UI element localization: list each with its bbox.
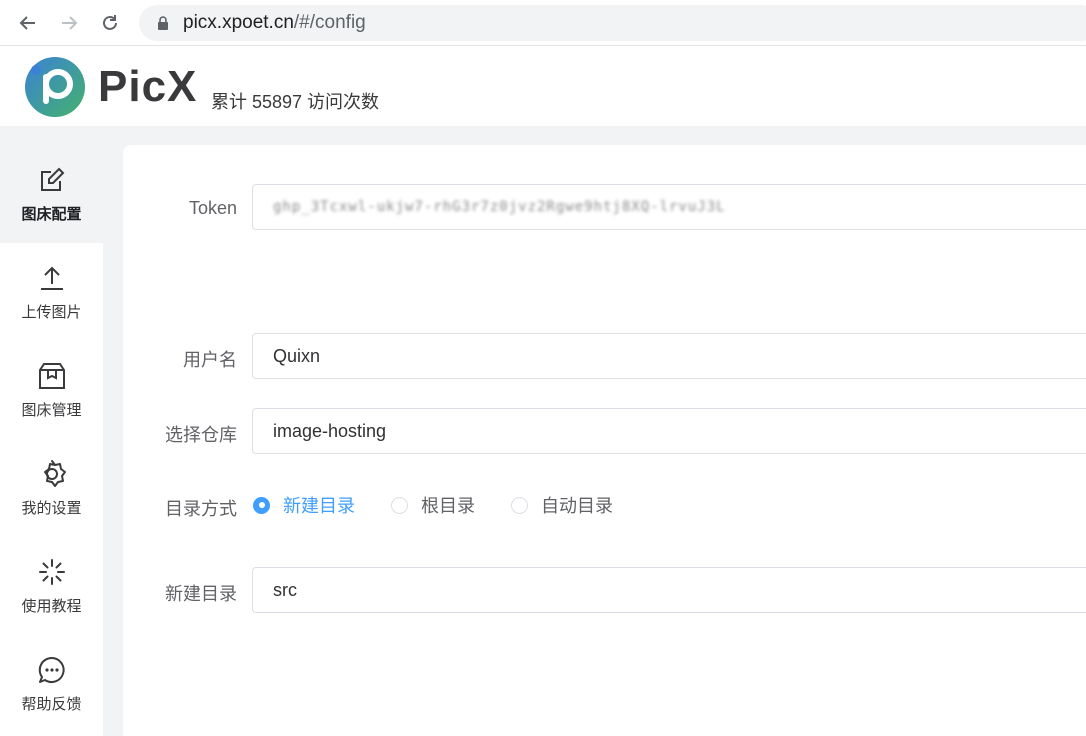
dir-mode-radio-group: 新建目录 根目录 自动目录 — [253, 493, 649, 517]
new-dir-value: src — [273, 579, 297, 600]
radio-label: 自动目录 — [541, 496, 613, 516]
address-bar[interactable]: picx.xpoet.cn /#/config — [139, 5, 1086, 41]
sidebar-item-upload[interactable]: 上传图片 — [0, 243, 103, 341]
radio-label: 根目录 — [421, 496, 475, 516]
visit-count: 累计 55897 访问次数 — [211, 92, 380, 112]
picx-logo[interactable] — [24, 56, 86, 118]
username-value: Quixn — [273, 345, 321, 366]
edit-icon — [37, 165, 67, 195]
radio-new-dir[interactable]: 新建目录 — [253, 492, 355, 518]
brand-name: PicX — [98, 62, 198, 111]
sidebar-item-label: 图床管理 — [21, 401, 82, 419]
sidebar-item-feedback[interactable]: 帮助反馈 — [0, 635, 103, 733]
sidebar-item-manage[interactable]: 图床管理 — [0, 341, 103, 439]
token-label: Token — [188, 198, 237, 218]
gear-icon — [37, 459, 67, 489]
token-value: ghp_3Tcxwl-ukjw7-rhG3r7z0jvz2Rgwe9htj8XQ… — [273, 199, 726, 215]
url-host: picx.xpoet.cn — [183, 12, 294, 33]
sidebar-item-config[interactable]: 图床配置 — [0, 145, 103, 243]
radio-root-dir[interactable]: 根目录 — [391, 492, 475, 518]
sidebar-item-label: 图床配置 — [21, 205, 82, 223]
url-path: /#/config — [293, 12, 366, 33]
new-dir-label: 新建目录 — [165, 584, 237, 604]
repo-select[interactable]: image-hosting — [252, 408, 1086, 454]
app-header: PicX 累计 55897 访问次数 — [0, 46, 1086, 126]
sidebar: 图床配置 上传图片 图床管理 我的设置 使用教程 帮助反馈 — [0, 145, 103, 736]
token-field[interactable]: ghp_3Tcxwl-ukjw7-rhG3r7z0jvz2Rgwe9htj8XQ… — [252, 184, 1086, 230]
sidebar-item-tutorial[interactable]: 使用教程 — [0, 537, 103, 635]
upload-icon — [37, 263, 67, 293]
username-field[interactable]: Quixn — [252, 333, 1086, 379]
forward-arrow-icon[interactable] — [56, 10, 82, 36]
dir-mode-label: 目录方式 — [165, 499, 237, 519]
repo-value: image-hosting — [273, 420, 387, 441]
back-arrow-icon[interactable] — [15, 10, 41, 36]
radio-label: 新建目录 — [283, 496, 355, 516]
sparkle-icon — [37, 557, 67, 587]
sidebar-item-label: 使用教程 — [21, 597, 82, 615]
radio-checked-icon — [253, 496, 270, 514]
browser-toolbar: picx.xpoet.cn /#/config — [0, 0, 1086, 46]
username-label: 用户名 — [183, 350, 237, 370]
sidebar-item-label: 上传图片 — [21, 303, 82, 321]
radio-auto-dir[interactable]: 自动目录 — [511, 492, 613, 518]
sidebar-item-settings[interactable]: 我的设置 — [0, 439, 103, 537]
config-panel: Token ghp_3Tcxwl-ukjw7-rhG3r7z0jvz2Rgwe9… — [123, 145, 1086, 736]
sidebar-item-label: 我的设置 — [21, 499, 82, 517]
box-icon — [37, 361, 67, 391]
sidebar-item-label: 帮助反馈 — [21, 695, 82, 713]
chat-icon — [37, 655, 67, 685]
repo-label: 选择仓库 — [165, 425, 237, 445]
reload-icon[interactable] — [97, 10, 123, 36]
radio-unchecked-icon — [511, 496, 528, 514]
lock-icon — [157, 15, 169, 31]
radio-unchecked-icon — [391, 496, 408, 514]
new-dir-field[interactable]: src — [252, 567, 1086, 613]
